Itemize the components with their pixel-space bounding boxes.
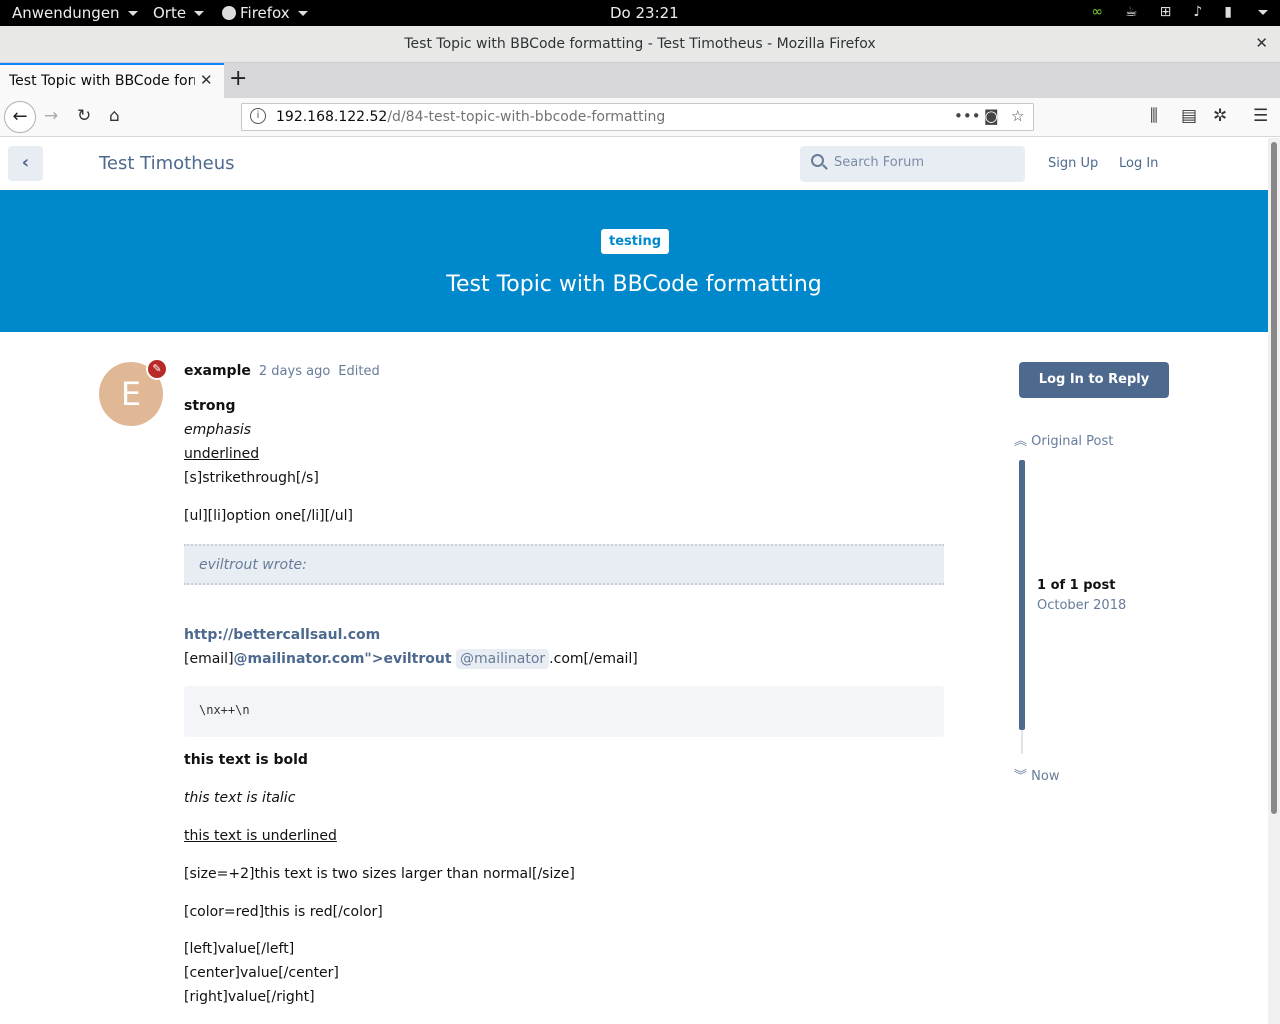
- caret-down-icon[interactable]: [1258, 9, 1268, 15]
- clock[interactable]: Do 23:21: [610, 4, 679, 22]
- code-block: \nx++\n: [184, 686, 944, 737]
- scrubber-count: 1 of 1 post: [1037, 578, 1116, 593]
- caret-down-icon: [194, 10, 205, 16]
- back-chevron-icon[interactable]: ‹: [8, 146, 43, 181]
- size-text: [size=+2]this text is two sizes larger t…: [184, 866, 575, 882]
- firefox-icon: [222, 6, 236, 20]
- log-in-to-reply-button[interactable]: Log In to Reply: [1019, 362, 1169, 398]
- post-username[interactable]: example: [184, 363, 251, 379]
- post-edited[interactable]: Edited: [338, 364, 379, 379]
- mention[interactable]: @mailinator: [456, 649, 550, 669]
- color-text: [color=red]this is red[/color]: [184, 904, 383, 920]
- quote-author: eviltrout wrote:: [199, 557, 307, 573]
- tab-strip: Test Topic with BBCode formatting ✕ +: [0, 63, 1280, 98]
- tag-badge[interactable]: testing: [601, 229, 669, 254]
- scrollbar-thumb[interactable]: [1271, 142, 1277, 814]
- post-meta: example 2 days ago Edited: [184, 363, 380, 379]
- navigation-bar: ← → ↻ ⌂ i 192.168.122.52/d/84-test-topic…: [0, 98, 1280, 137]
- log-in-link[interactable]: Log In: [1119, 156, 1158, 171]
- list-text: [ul][li]option one[/li][/ul]: [184, 508, 353, 524]
- hamburger-menu-icon[interactable]: ☰: [1253, 106, 1268, 126]
- discussion-title: Test Topic with BBCode formatting: [446, 272, 822, 297]
- search-icon: [811, 154, 824, 167]
- pocket-icon[interactable]: ◙: [984, 107, 999, 125]
- coffee-icon[interactable]: ☕: [1125, 4, 1138, 20]
- email-prefix: [email]: [184, 651, 234, 667]
- scrubber-handle[interactable]: [1019, 460, 1025, 730]
- sidebar-icon[interactable]: ▤: [1181, 106, 1197, 126]
- places-menu[interactable]: Orte: [153, 4, 205, 22]
- forward-icon[interactable]: →: [44, 106, 58, 126]
- scrubber-date: October 2018: [1037, 598, 1127, 613]
- strong-text: strong: [184, 398, 236, 414]
- post-time[interactable]: 2 days ago: [259, 364, 330, 379]
- emphasis-text: emphasis: [184, 422, 252, 438]
- firefox-app-menu[interactable]: Firefox: [222, 4, 308, 22]
- double-up-icon: ︽: [1014, 434, 1028, 449]
- discussion-hero: testing Test Topic with BBCode formattin…: [0, 190, 1268, 332]
- gnome-top-bar: Anwendungen Orte Firefox Do 23:21 ∞ ☕ ⊞ …: [0, 0, 1280, 26]
- right-text: [right]value[/right]: [184, 989, 315, 1005]
- italic-text: this text is italic: [184, 790, 296, 806]
- email-line: [email]@mailinator.com">eviltrout @maili…: [184, 649, 638, 669]
- email-link[interactable]: @mailinator.com">eviltrout: [234, 651, 452, 667]
- volume-icon[interactable]: ♪: [1193, 4, 1202, 20]
- reload-icon[interactable]: ↻: [77, 106, 91, 126]
- tab-title: Test Topic with BBCode formatting: [9, 73, 195, 89]
- tab-close-icon[interactable]: ✕: [200, 71, 213, 89]
- left-text: [left]value[/left]: [184, 941, 295, 957]
- infinity-icon[interactable]: ∞: [1091, 4, 1103, 20]
- caret-down-icon: [297, 10, 308, 16]
- tab-active[interactable]: Test Topic with BBCode formatting ✕: [0, 63, 224, 98]
- underline-text: this text is underlined: [184, 828, 337, 844]
- sign-up-link[interactable]: Sign Up: [1048, 156, 1098, 171]
- page-actions-icon[interactable]: •••: [954, 107, 981, 125]
- library-icon[interactable]: ⫼: [1150, 106, 1158, 126]
- search-input[interactable]: [834, 155, 1014, 170]
- new-tab-icon[interactable]: +: [229, 66, 247, 91]
- bold-text: this text is bold: [184, 752, 308, 768]
- page-scrollbar[interactable]: [1268, 138, 1280, 1024]
- home-icon[interactable]: ⌂: [109, 106, 120, 126]
- firefox-label: Firefox: [240, 4, 290, 22]
- search-box[interactable]: [800, 146, 1025, 182]
- forum-header: ‹ Test Timotheus Sign Up Log In: [0, 138, 1268, 190]
- original-post-link[interactable]: ︽ Original Post: [1014, 430, 1113, 449]
- bettercallsaul-link[interactable]: http://bettercallsaul.com: [184, 627, 380, 643]
- system-tray[interactable]: ∞ ☕ ⊞ ♪ ▮: [1091, 4, 1268, 20]
- network-icon[interactable]: ⊞: [1160, 4, 1172, 20]
- window-title: Test Topic with BBCode formatting - Test…: [404, 36, 876, 52]
- window-close-icon[interactable]: ✕: [1255, 34, 1268, 52]
- blockquote: eviltrout wrote:: [184, 544, 944, 585]
- underlined-text: underlined: [184, 446, 260, 462]
- battery-icon[interactable]: ▮: [1224, 4, 1232, 20]
- window-titlebar: Test Topic with BBCode formatting - Test…: [0, 26, 1280, 63]
- url-path: /d/84-test-topic-with-bbcode-formatting: [387, 109, 666, 125]
- url-text[interactable]: 192.168.122.52/d/84-test-topic-with-bbco…: [276, 109, 665, 125]
- url-bar[interactable]: i 192.168.122.52/d/84-test-topic-with-bb…: [241, 103, 1034, 131]
- site-info-icon[interactable]: i: [250, 108, 266, 124]
- original-post-label: Original Post: [1031, 434, 1114, 449]
- wrench-badge-icon: ✎: [146, 358, 168, 380]
- caret-down-icon: [127, 10, 138, 16]
- forum-title[interactable]: Test Timotheus: [99, 153, 234, 174]
- email-suffix: .com[/email]: [549, 651, 638, 667]
- applications-label: Anwendungen: [12, 4, 120, 22]
- bookmark-star-icon[interactable]: ☆: [1011, 107, 1024, 125]
- places-label: Orte: [153, 4, 187, 22]
- extension-icon[interactable]: ✲: [1213, 106, 1227, 126]
- applications-menu[interactable]: Anwendungen: [12, 4, 138, 22]
- now-label: Now: [1031, 769, 1060, 784]
- strikethrough-text: [s]strikethrough[/s]: [184, 470, 319, 486]
- url-host: 192.168.122.52: [276, 109, 388, 125]
- center-text: [center]value[/center]: [184, 965, 339, 981]
- now-link[interactable]: ︾ Now: [1014, 765, 1059, 784]
- double-down-icon: ︾: [1014, 769, 1028, 784]
- back-icon[interactable]: ←: [4, 101, 36, 133]
- code-text: \nx++\n: [199, 703, 250, 717]
- web-page: ‹ Test Timotheus Sign Up Log In testing …: [0, 138, 1268, 1024]
